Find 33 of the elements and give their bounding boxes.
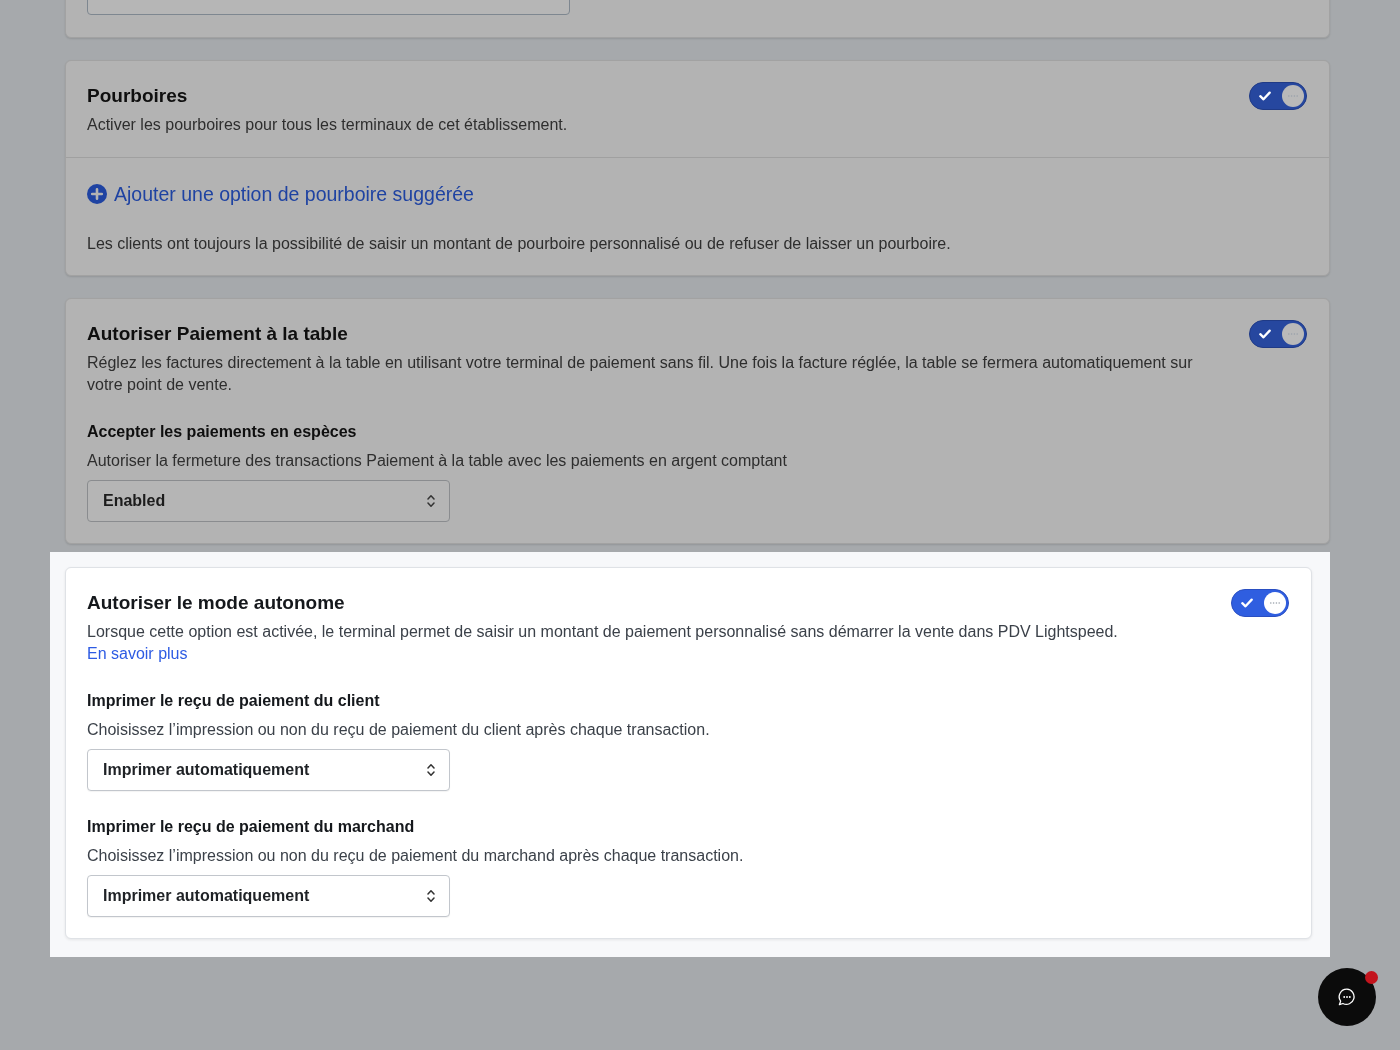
setting-description: Autoriser la fermeture des transactions Paiement à la table avec les paiements en argent comptant	[87, 451, 788, 471]
select-dropdown[interactable]: Enabled	[87, 480, 450, 522]
chevron-updown-icon	[427, 889, 435, 903]
check-icon	[1259, 91, 1271, 101]
section-description: Réglez les factures directement à la table en utilisant votre terminal de paiement sans fil. Une fois la facture réglée, la table se fermera automatiquement sur votre point de vente.	[87, 353, 1194, 395]
toggle-switch[interactable]	[1231, 589, 1289, 617]
section-title: Autoriser le mode autonome	[87, 591, 346, 615]
select-dropdown[interactable]: Imprimer automatiquement	[87, 875, 450, 917]
toggle-switch[interactable]	[1249, 320, 1307, 348]
setting-label: Imprimer le reçu de paiement du client	[87, 691, 381, 711]
chevron-updown-icon	[427, 763, 435, 777]
setting-description: Choisissez l’impression ou non du reçu de paiement du marchand après chaque transaction.	[87, 846, 745, 866]
section-description: Lorsque cette option est activée, le terminal permet de saisir un montant de paiement personnalisé sans démarrer la vente dans PDV Lightspeed. En savoir plus	[87, 622, 1119, 664]
section-description: Activer les pourboires pour tous les terminaux de cet établissement.	[87, 115, 569, 135]
tip-note: Les clients ont toujours la possibilité de saisir un montant de pourboire personnalisé ou de refuser de laisser un pourboire.	[87, 234, 952, 254]
knob-icon	[1282, 85, 1304, 107]
select-dropdown[interactable]: Imprimer automatiquement	[87, 749, 450, 791]
section-title: Pourboires	[87, 84, 189, 108]
chevron-updown-icon	[427, 494, 435, 508]
section-title: Autoriser Paiement à la table	[87, 322, 349, 346]
check-icon	[1241, 598, 1253, 608]
plus-icon	[87, 184, 107, 204]
chat-bubble-icon	[1338, 988, 1356, 1006]
add-tip-option-link[interactable]: Ajouter une option de pourboire suggérée	[87, 182, 474, 206]
setting-label: Imprimer le reçu de paiement du marchand	[87, 817, 416, 837]
toggle-switch[interactable]	[1249, 82, 1307, 110]
learn-more-link[interactable]: En savoir plus	[87, 645, 188, 662]
knob-icon	[1282, 323, 1304, 345]
knob-icon	[1264, 592, 1286, 614]
chat-button[interactable]	[1318, 968, 1376, 1026]
setting-label: Accepter les paiements en espèces	[87, 422, 358, 442]
check-icon	[1259, 329, 1271, 339]
setting-description: Choisissez l’impression ou non du reçu de paiement du client après chaque transaction.	[87, 720, 711, 740]
